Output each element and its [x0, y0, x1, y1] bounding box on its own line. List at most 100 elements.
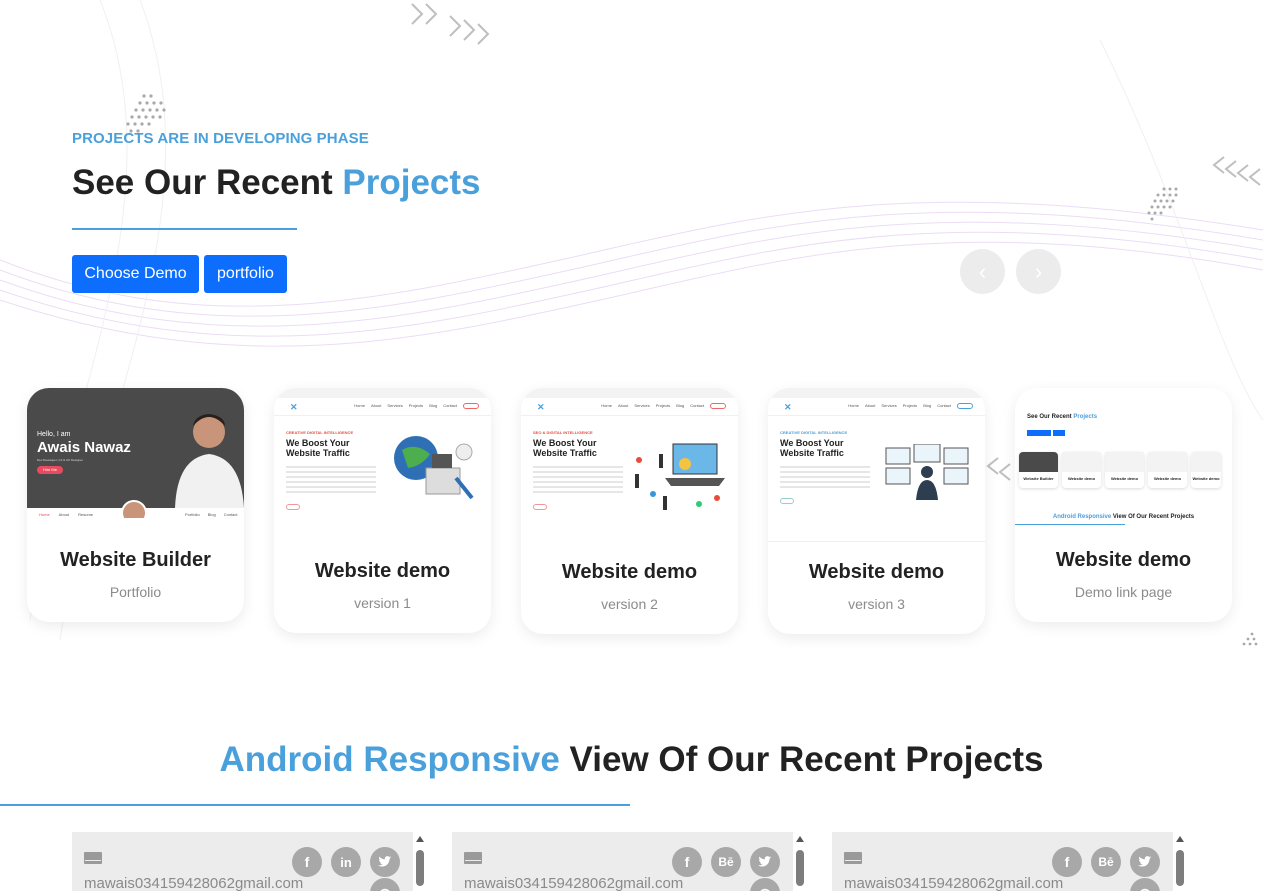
project-card[interactable]: ✕ Home About Services Projects Blog Contact S…: [521, 388, 738, 634]
thumb-footer-main: View Of Our Recent Projects: [1111, 514, 1195, 520]
project-thumbnail: ✕ Home About Services Projects Blog Contact C…: [768, 388, 985, 542]
twitter-icon[interactable]: [1130, 847, 1160, 877]
scroll-up-icon[interactable]: [416, 836, 424, 842]
project-title: Website demo: [314, 560, 451, 582]
thumb-nav-item: About: [864, 403, 876, 408]
scrollbar-thumb[interactable]: [1176, 850, 1184, 886]
chevron-right-icon: ›: [1034, 258, 1043, 284]
portrait-image: [175, 414, 244, 508]
section-title-underline: [0, 804, 630, 806]
scrollbar[interactable]: [415, 832, 425, 891]
thumb-headline: We Boost Your Website Traffic: [533, 438, 597, 458]
project-card[interactable]: See Our Recent Projects Website Builder …: [1015, 388, 1232, 622]
scrollbar[interactable]: [795, 832, 805, 891]
thumb-nav-item: Home: [39, 512, 50, 517]
thumb-nav-item: Blog: [676, 403, 685, 408]
facebook-icon[interactable]: f: [672, 847, 702, 877]
mail-icon: [464, 852, 482, 864]
dribbble-icon[interactable]: ◍: [1130, 878, 1160, 891]
project-card[interactable]: ✕ Home About Services Projects Blog Contact C…: [274, 388, 491, 633]
thumb-nav-item: Home: [354, 403, 365, 408]
behance-icon[interactable]: Bē: [711, 847, 741, 877]
thumb-kicker: CREATIVE DIGITAL INTELLIGENCE: [286, 430, 354, 435]
illustration-image: [885, 444, 969, 500]
section-title-main: View Of Our Recent Projects: [559, 740, 1044, 779]
thumb-nav-item: About: [617, 403, 629, 408]
choose-demo-button[interactable]: Choose Demo: [72, 255, 199, 293]
projects-hero: PROJECTS ARE IN DEVELOPING PHASE See Our…: [0, 0, 1263, 680]
thumb-nav-item: Contact: [443, 403, 457, 408]
project-caption: Website Builder Portfolio: [27, 549, 244, 600]
project-thumbnail: Hello, I am Awais Nawaz Dev Developer | …: [27, 388, 244, 518]
thumb-nav-item: Contact: [223, 512, 238, 517]
contact-card: mawais034159428062gmail.com f Bē ◍: [832, 832, 1173, 891]
project-subtitle: version 1: [354, 595, 411, 611]
project-title: Website demo: [1055, 549, 1192, 571]
thumb-nav-item: Contact: [937, 403, 951, 408]
scrollbar-thumb[interactable]: [796, 850, 804, 886]
facebook-icon[interactable]: f: [1052, 847, 1082, 877]
facebook-icon[interactable]: f: [292, 847, 322, 877]
carousel-prev-button[interactable]: ‹: [960, 249, 1005, 294]
thumb-nav-item: Resume: [78, 512, 94, 517]
project-caption: Website demo version 3: [768, 561, 985, 612]
scrollbar[interactable]: [1175, 832, 1185, 891]
thumb-kicker: SEO & DIGITAL INTELLIGENCE: [533, 430, 593, 435]
logo-icon: ✕: [784, 402, 792, 412]
linkedin-icon[interactable]: in: [331, 847, 361, 877]
mail-icon: [84, 852, 102, 864]
thumb-nav-item: Services: [634, 403, 650, 408]
project-subtitle: version 2: [601, 596, 658, 612]
thumb-greeting: Hello, I am: [37, 431, 71, 438]
scrollbar-thumb[interactable]: [416, 850, 424, 886]
dribbble-icon[interactable]: ◍: [750, 878, 780, 891]
project-thumbnail: ✕ Home About Services Projects Blog Contact C…: [274, 388, 491, 533]
thumb-nav-item: Home: [848, 403, 859, 408]
thumb-tile-label: Website demo: [1153, 476, 1182, 481]
title-main: See Our Recent: [72, 163, 343, 202]
section-title-accent: Android Responsive: [219, 740, 560, 779]
project-caption: Website demo version 2: [521, 561, 738, 612]
contact-card: mawais034159428062gmail.com f in ◍: [72, 832, 413, 891]
twitter-icon[interactable]: [370, 847, 400, 877]
logo-icon: ✕: [290, 402, 298, 412]
thumb-cta: Hire Me: [37, 466, 63, 474]
section-eyebrow: PROJECTS ARE IN DEVELOPING PHASE: [72, 130, 369, 147]
scroll-up-icon[interactable]: [1176, 836, 1184, 842]
thumb-nav-item: Blog: [207, 512, 216, 517]
thumb-tile-label: Website demo: [1192, 476, 1220, 481]
thumb-kicker: CREATIVE DIGITAL INTELLIGENCE: [780, 430, 848, 435]
thumb-footer-accent: Android Responsive: [1052, 514, 1112, 520]
twitter-icon[interactable]: [750, 847, 780, 877]
scroll-up-icon[interactable]: [796, 836, 804, 842]
project-thumbnail: See Our Recent Projects Website Builder …: [1015, 388, 1232, 528]
email-link[interactable]: mawais034159428062gmail.com: [84, 875, 303, 891]
thumb-tile-label: Website Builder: [1023, 476, 1054, 481]
carousel-next-button[interactable]: ›: [1016, 249, 1061, 294]
project-card[interactable]: Hello, I am Awais Nawaz Dev Developer | …: [27, 388, 244, 622]
title-accent: Projects: [342, 163, 481, 202]
thumb-nav-item: Blog: [429, 403, 438, 408]
thumb-nav-item: About: [370, 403, 382, 408]
thumb-nav-item: Contact: [690, 403, 704, 408]
thumb-tagline: Dev Developer | UI & UX Designer: [37, 458, 83, 462]
title-underline: [72, 228, 297, 230]
thumb-nav-item: Projects: [408, 403, 424, 408]
thumb-headline: We Boost Your Website Traffic: [780, 438, 844, 458]
behance-icon[interactable]: Bē: [1091, 847, 1121, 877]
dribbble-icon[interactable]: ◍: [370, 878, 400, 891]
email-link[interactable]: mawais034159428062gmail.com: [844, 875, 1063, 891]
contact-card: mawais034159428062gmail.com f Bē ◍: [452, 832, 793, 891]
thumb-name: Awais Nawaz: [37, 439, 131, 456]
thumb-nav-item: Projects: [655, 403, 671, 408]
project-title: Website Builder: [60, 549, 211, 571]
thumb-nav-item: Blog: [923, 403, 932, 408]
email-link[interactable]: mawais034159428062gmail.com: [464, 875, 683, 891]
thumb-nav-item: Services: [881, 403, 897, 408]
project-subtitle: version 3: [848, 596, 905, 612]
thumb-nav-item: About: [58, 512, 70, 517]
project-card[interactable]: ✕ Home About Services Projects Blog Contact C…: [768, 388, 985, 634]
page-title: See Our Recent Projects: [72, 163, 481, 203]
thumb-nav-item: Projects: [902, 403, 918, 408]
portfolio-button[interactable]: portfolio: [204, 255, 287, 293]
